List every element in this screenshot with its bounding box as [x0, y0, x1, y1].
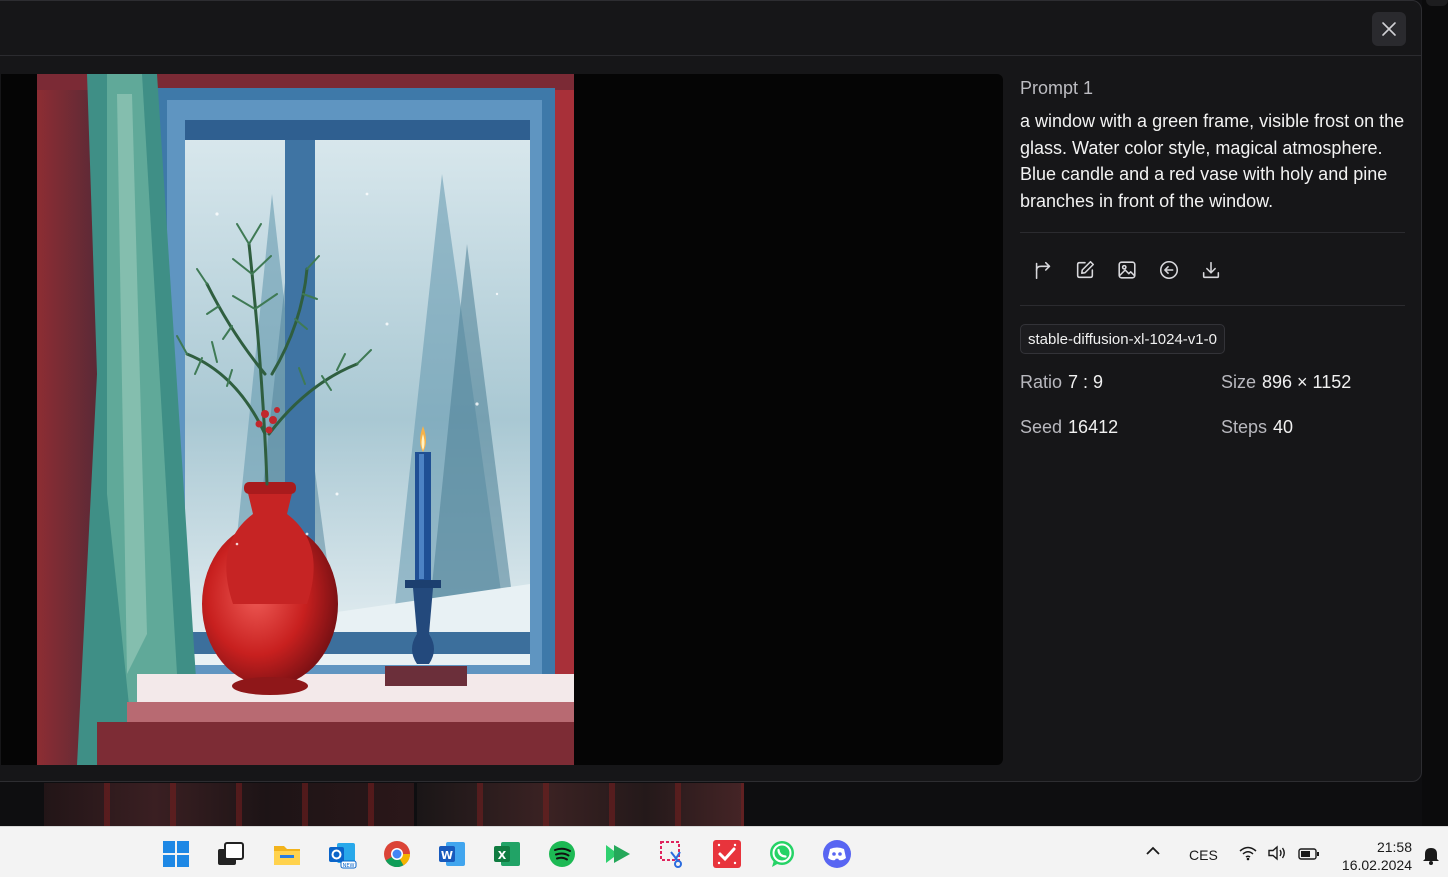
windows-taskbar: NEW W X CES 21:58 16.02.2024: [0, 826, 1448, 877]
action-toolbar: [1020, 233, 1405, 305]
system-clock[interactable]: 21:58 16.02.2024: [1342, 838, 1412, 874]
input-language-indicator[interactable]: CES: [1189, 847, 1218, 863]
battery-indicator[interactable]: [1298, 847, 1320, 863]
whatsapp-button[interactable]: [767, 839, 797, 869]
prompt-info-panel: Prompt 1 a window with a green frame, vi…: [1020, 74, 1405, 438]
task-view-button[interactable]: [216, 839, 246, 869]
dialog-header: [0, 1, 1421, 56]
battery-icon: [1298, 848, 1319, 860]
model-badge: stable-diffusion-xl-1024-v1-0: [1020, 324, 1225, 354]
download-icon: [1202, 261, 1220, 279]
param-ratio: Ratio 7 : 9: [1020, 372, 1221, 393]
excel-icon: X: [494, 842, 520, 866]
excel-button[interactable]: X: [492, 839, 522, 869]
back-arrow-icon: [1159, 260, 1179, 280]
spotify-button[interactable]: [547, 839, 577, 869]
green-arrow-icon: [606, 845, 630, 863]
discord-icon: [823, 840, 851, 868]
volume-button[interactable]: [1267, 845, 1289, 864]
word-button[interactable]: W: [437, 839, 467, 869]
word-icon: W: [439, 842, 465, 866]
close-icon: [1382, 22, 1396, 36]
task-view-icon: [218, 842, 244, 865]
image-viewer: [1, 74, 1003, 765]
clock-time: 21:58: [1376, 839, 1412, 855]
back-button[interactable]: [1154, 255, 1184, 285]
background-thumbnail[interactable]: [417, 783, 744, 826]
param-seed-label: Seed: [1020, 417, 1063, 437]
generation-params: Ratio 7 : 9 Size 896 × 1152 Seed 16412 Step…: [1020, 372, 1405, 438]
tray-overflow-button[interactable]: [1144, 844, 1162, 861]
param-steps-label: Steps: [1221, 417, 1268, 437]
clock-date: 16.02.2024: [1341, 857, 1412, 873]
outlook-new-button[interactable]: NEW: [327, 839, 357, 869]
image-detail-dialog: Prompt 1 a window with a green frame, vi…: [0, 0, 1422, 782]
background-thumbnail[interactable]: [44, 783, 414, 826]
param-size-label: Size: [1221, 372, 1257, 392]
folder-icon: [274, 846, 300, 865]
chrome-button[interactable]: [382, 839, 412, 869]
network-button[interactable]: [1238, 845, 1258, 864]
chevron-up-icon: [1146, 846, 1160, 855]
remix-button[interactable]: [1028, 255, 1058, 285]
param-steps-value: 40: [1273, 417, 1294, 437]
notifications-button[interactable]: [1422, 845, 1440, 868]
param-seed-value: 16412: [1068, 417, 1119, 437]
download-button[interactable]: [1196, 255, 1226, 285]
spotify-icon: [549, 841, 575, 867]
green-arrow-app-button[interactable]: [602, 839, 632, 869]
edit-button[interactable]: [1070, 255, 1100, 285]
prompt-title: Prompt 1: [1020, 78, 1094, 98]
discord-button[interactable]: [822, 839, 852, 869]
param-ratio-value: 7 : 9: [1068, 372, 1104, 392]
start-button[interactable]: [161, 839, 191, 869]
whatsapp-icon: [770, 841, 794, 867]
use-as-image-button[interactable]: [1112, 255, 1142, 285]
edit-icon: [1076, 260, 1095, 279]
param-ratio-label: Ratio: [1020, 372, 1063, 392]
param-seed: Seed 16412: [1020, 417, 1221, 438]
remix-icon: [1035, 261, 1051, 280]
param-size-value: 896 × 1152: [1262, 372, 1352, 392]
svg-text:NEW: NEW: [343, 863, 355, 869]
background-edge: [1422, 0, 1448, 826]
windows-start-icon: [163, 841, 189, 867]
svg-text:W: W: [441, 849, 453, 862]
speaker-icon: [1268, 845, 1285, 861]
red-check-icon: [713, 840, 741, 868]
snipping-tool-icon: [660, 841, 682, 868]
generated-image[interactable]: [37, 74, 574, 765]
file-explorer-button[interactable]: [272, 839, 302, 869]
param-steps: Steps 40: [1221, 417, 1411, 438]
snipping-tool-button[interactable]: [658, 839, 688, 869]
prompt-text: a window with a green frame, visible fro…: [1020, 111, 1405, 211]
divider: [1020, 305, 1405, 306]
red-todo-app-button[interactable]: [712, 839, 742, 869]
svg-text:X: X: [498, 849, 507, 862]
chrome-icon: [384, 841, 411, 868]
outlook-icon: NEW: [329, 843, 357, 869]
bell-icon: [1423, 848, 1439, 865]
image-icon: [1118, 261, 1136, 279]
wifi-icon: [1239, 846, 1257, 861]
param-size: Size 896 × 1152: [1221, 372, 1411, 393]
close-button[interactable]: [1372, 12, 1406, 46]
